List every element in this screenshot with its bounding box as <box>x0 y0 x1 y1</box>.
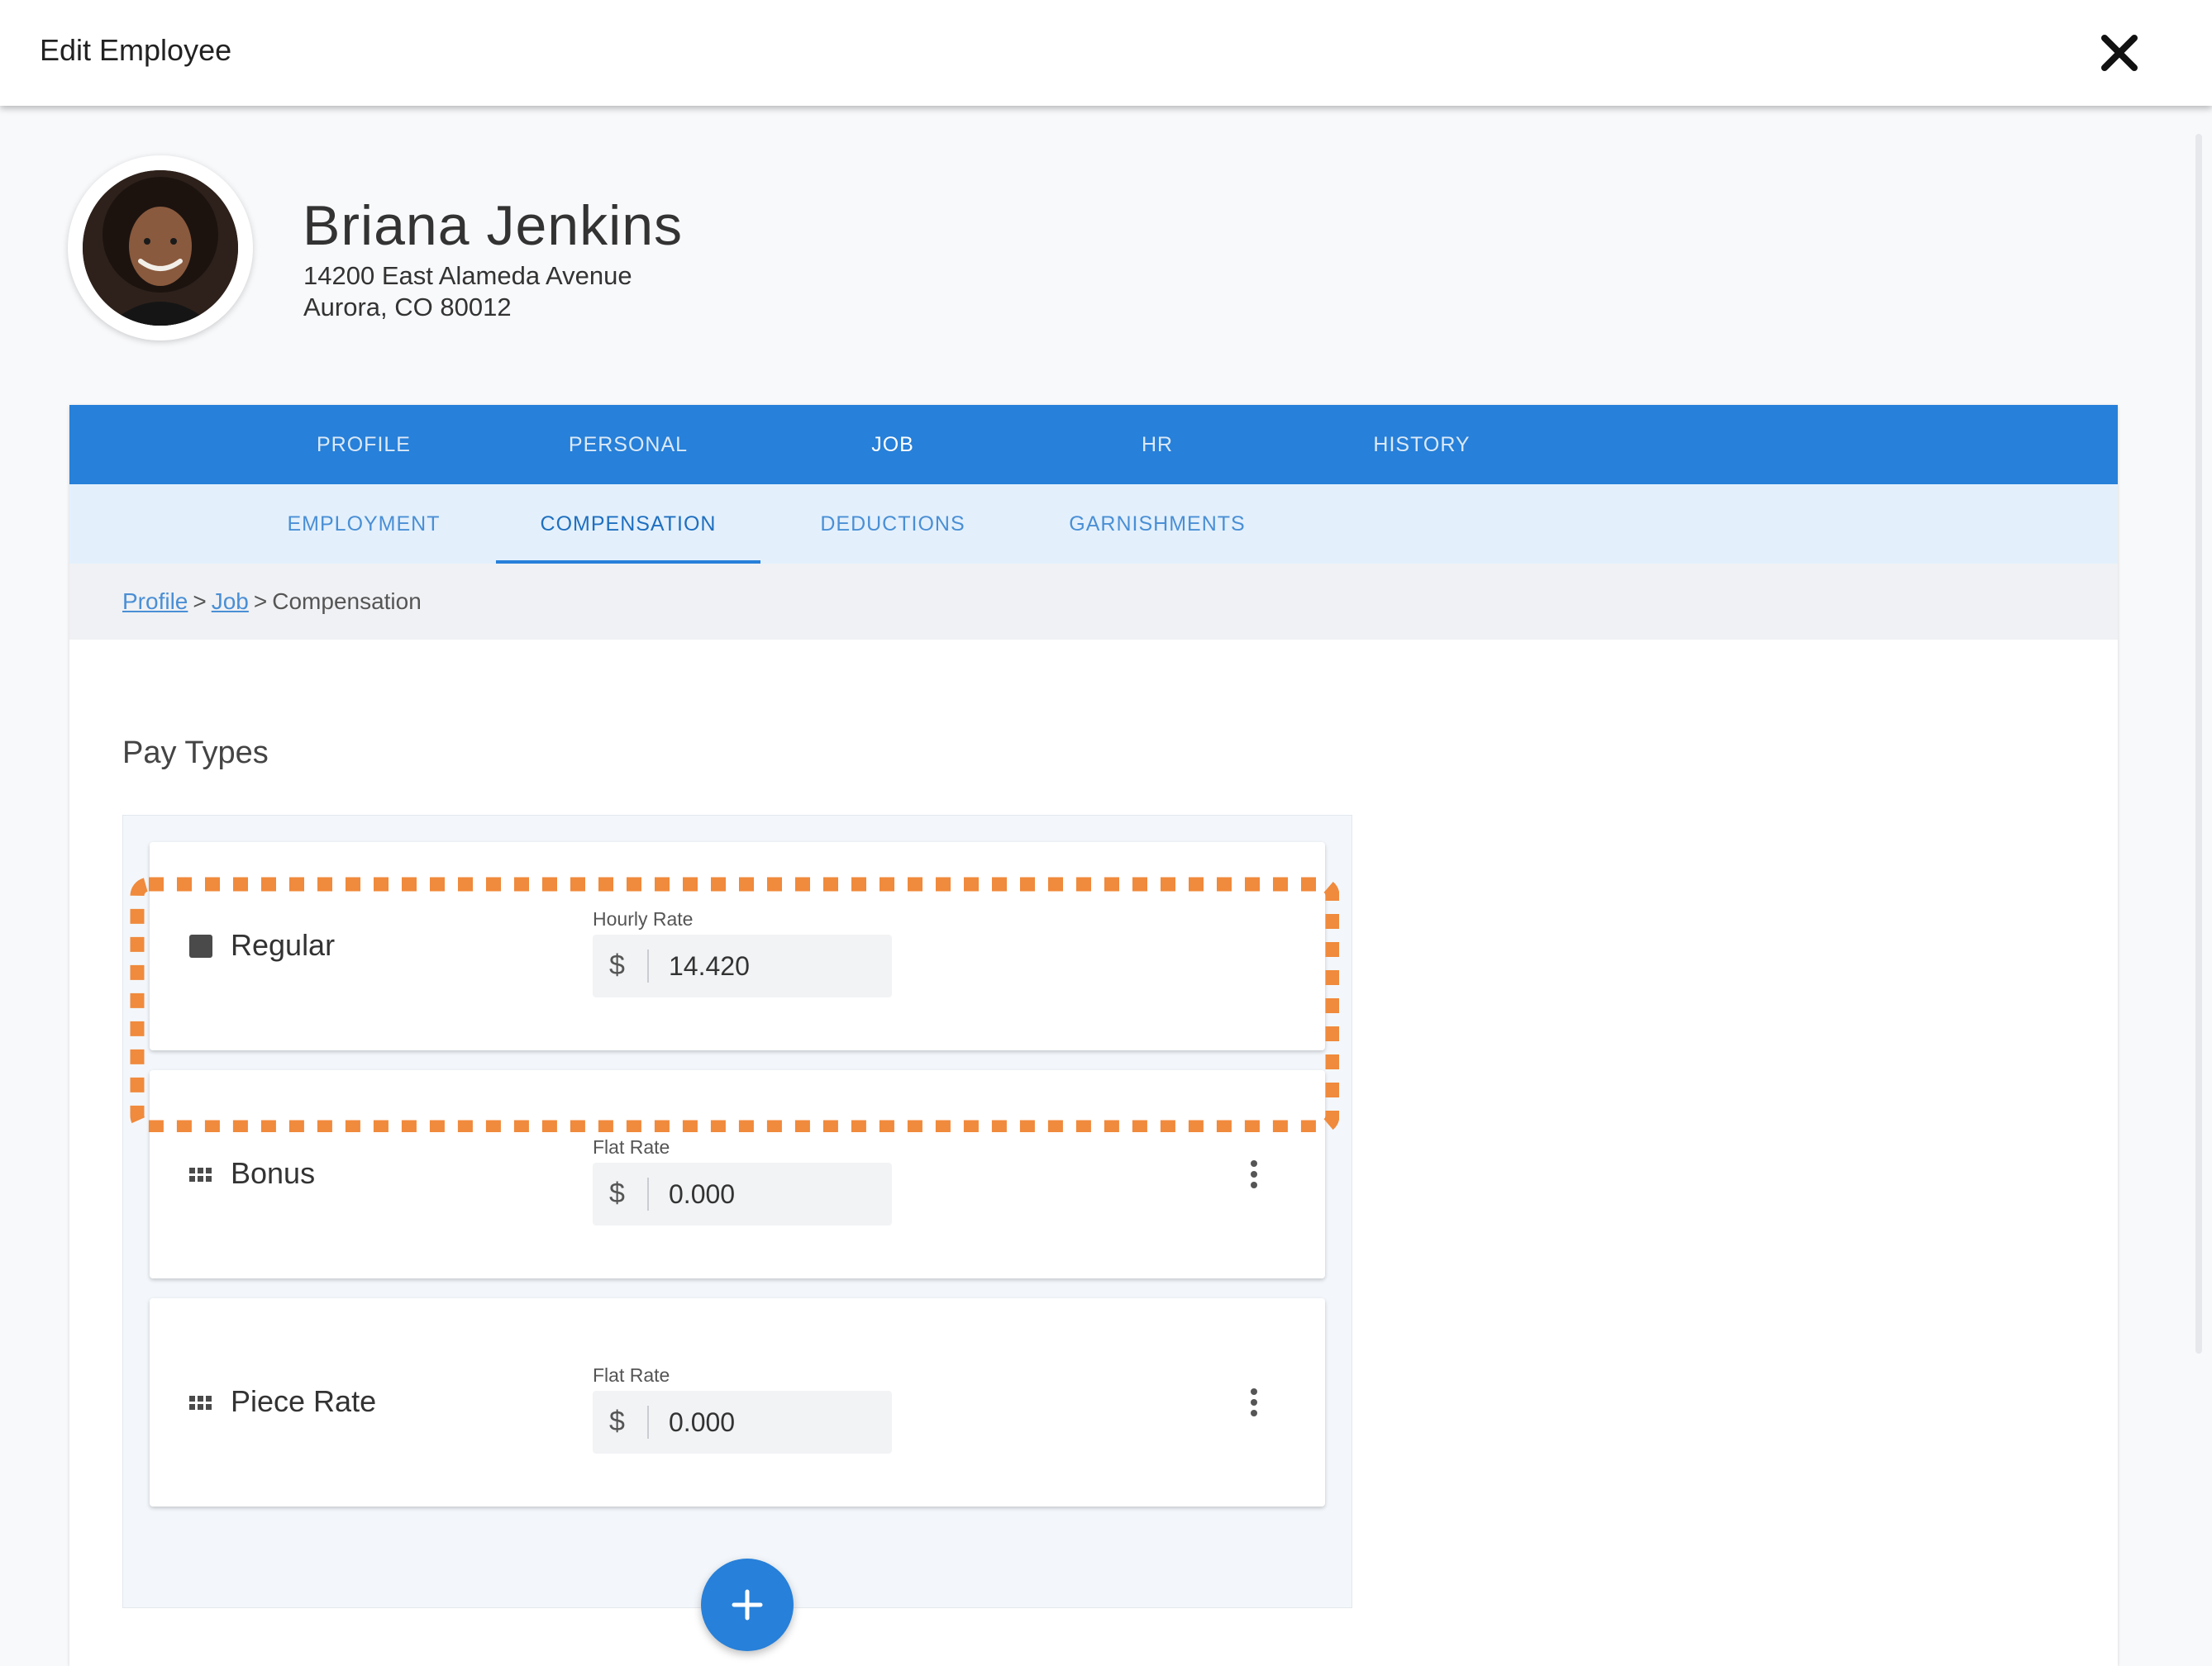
highlight-outline <box>130 877 1339 1132</box>
rate-value: 0.000 <box>669 1179 736 1209</box>
tab-hr[interactable]: HR <box>1025 405 1290 484</box>
breadcrumb-profile-link[interactable]: Profile <box>122 588 188 614</box>
pay-type-name: Bonus <box>231 1156 316 1190</box>
close-icon[interactable] <box>2096 30 2143 76</box>
rate-value: 0.000 <box>669 1407 736 1437</box>
dialog-title: Edit Employee <box>40 33 232 67</box>
breadcrumb-current: Compensation <box>272 588 422 614</box>
employee-name: Briana Jenkins <box>303 194 684 257</box>
breadcrumb-job-link[interactable]: Job <box>212 588 249 614</box>
field-label: Flat Rate <box>593 1364 670 1386</box>
dialog-header: Edit Employee <box>0 0 2212 106</box>
drag-handle-icon[interactable] <box>189 1391 212 1414</box>
more-vert-icon[interactable] <box>1237 1386 1270 1419</box>
breadcrumb-separator: > <box>193 588 207 614</box>
tab-employment[interactable]: EMPLOYMENT <box>231 484 496 564</box>
tab-deductions[interactable]: DEDUCTIONS <box>760 484 1025 564</box>
primary-tabs: PROFILE PERSONAL JOB HR HISTORY <box>69 405 2118 484</box>
breadcrumb-separator: > <box>253 588 268 614</box>
currency-symbol: $ <box>609 1406 625 1437</box>
tab-profile[interactable]: PROFILE <box>231 405 496 484</box>
tab-personal[interactable]: PERSONAL <box>496 405 760 484</box>
field-divider <box>647 1178 649 1211</box>
tab-garnishments[interactable]: GARNISHMENTS <box>1025 484 1290 564</box>
more-vert-icon[interactable] <box>1237 1158 1270 1191</box>
scrollbar[interactable] <box>2195 134 2202 1354</box>
employee-address-line1: 14200 East Alameda Avenue <box>303 261 632 290</box>
plus-icon <box>732 1589 763 1621</box>
avatar <box>68 155 253 340</box>
avatar-photo <box>83 170 238 326</box>
field-label: Flat Rate <box>593 1136 670 1158</box>
pay-types-title: Pay Types <box>122 735 269 770</box>
secondary-tabs: EMPLOYMENT COMPENSATION DEDUCTIONS GARNI… <box>69 484 2118 564</box>
flat-rate-input[interactable]: $ 0.000 <box>593 1163 892 1226</box>
add-pay-type-button[interactable] <box>701 1559 794 1651</box>
breadcrumb-bar: Profile > Job > Compensation <box>69 564 2118 640</box>
breadcrumb: Profile > Job > Compensation <box>122 588 422 615</box>
flat-rate-input[interactable]: $ 0.000 <box>593 1391 892 1454</box>
employee-address-line2: Aurora, CO 80012 <box>303 293 512 321</box>
pay-type-name: Piece Rate <box>231 1384 377 1418</box>
tab-history[interactable]: HISTORY <box>1290 405 1554 484</box>
tab-compensation[interactable]: COMPENSATION <box>496 484 760 564</box>
currency-symbol: $ <box>609 1178 625 1209</box>
field-divider <box>647 1406 649 1439</box>
tab-job[interactable]: JOB <box>760 405 1025 484</box>
drag-handle-icon[interactable] <box>189 1163 212 1186</box>
pay-type-card-piece-rate: Piece Rate Flat Rate $ 0.000 <box>150 1298 1325 1507</box>
